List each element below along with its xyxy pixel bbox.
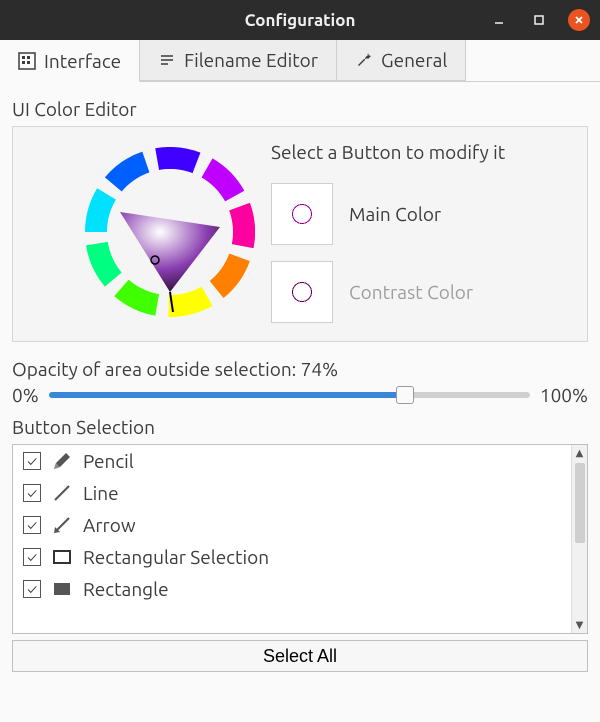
list-item[interactable]: ✓ Rectangular Selection [13,541,571,573]
opacity-label: Opacity of area outside selection: 74% [12,358,588,380]
contrast-color-swatch[interactable] [271,261,333,323]
tab-label: General [381,49,447,71]
scrollbar[interactable]: ▲ ▼ [571,445,587,633]
list-item[interactable]: ✓ Pencil [13,445,571,477]
main-color-label: Main Color [349,203,441,225]
opacity-min-label: 0% [12,384,39,406]
list-item-label: Rectangle [83,578,169,600]
list-item[interactable]: ✓ Rectangle [13,573,571,605]
tabbar: Interface Filename Editor General [0,40,600,82]
list-item-label: Line [83,482,119,504]
ui-color-editor-panel: Select a Button to modify it Main Color … [12,126,588,342]
checkbox[interactable]: ✓ [23,580,41,598]
list-item[interactable]: ✓ Arrow [13,509,571,541]
arrow-icon [51,514,73,536]
scrollbar-thumb[interactable] [575,463,585,543]
checkbox[interactable]: ✓ [23,516,41,534]
list-item-label: Rectangular Selection [83,546,269,568]
checkbox[interactable]: ✓ [23,548,41,566]
main-color-swatch[interactable] [271,183,333,245]
minimize-button[interactable] [488,9,510,31]
scroll-down-icon[interactable]: ▼ [576,619,584,631]
opacity-slider-fill [49,392,405,398]
wrench-icon [355,51,373,69]
select-all-button[interactable]: Select All [12,640,588,672]
opacity-slider-thumb[interactable] [396,386,414,404]
list-item[interactable]: ✓ Line [13,477,571,509]
line-icon [51,482,73,504]
grid-icon [18,52,36,70]
opacity-slider[interactable] [49,385,530,405]
tab-label: Interface [44,50,121,72]
tab-interface[interactable]: Interface [0,40,140,82]
scroll-up-icon[interactable]: ▲ [576,447,584,459]
tab-label: Filename Editor [184,49,318,71]
color-prompt: Select a Button to modify it [271,141,505,163]
maximize-button[interactable] [528,9,550,31]
contrast-color-label: Contrast Color [349,281,473,303]
button-selection-list: ✓ Pencil ✓ Line ✓ Arrow [12,444,588,634]
opacity-max-label: 100% [540,384,588,406]
checkbox[interactable]: ✓ [23,484,41,502]
ui-color-editor-label: UI Color Editor [12,98,588,120]
tab-filename-editor[interactable]: Filename Editor [140,40,337,81]
tab-general[interactable]: General [337,40,466,81]
rect-selection-icon [51,546,73,568]
rect-icon [51,578,73,600]
button-selection-label: Button Selection [12,416,588,438]
titlebar: Configuration [0,0,600,40]
pencil-icon [51,450,73,472]
checkbox[interactable]: ✓ [23,452,41,470]
window-title: Configuration [0,11,600,30]
lines-icon [158,51,176,69]
list-item-label: Pencil [83,450,134,472]
color-wheel[interactable] [85,147,255,317]
close-button[interactable] [568,9,590,31]
list-item-label: Arrow [83,514,136,536]
